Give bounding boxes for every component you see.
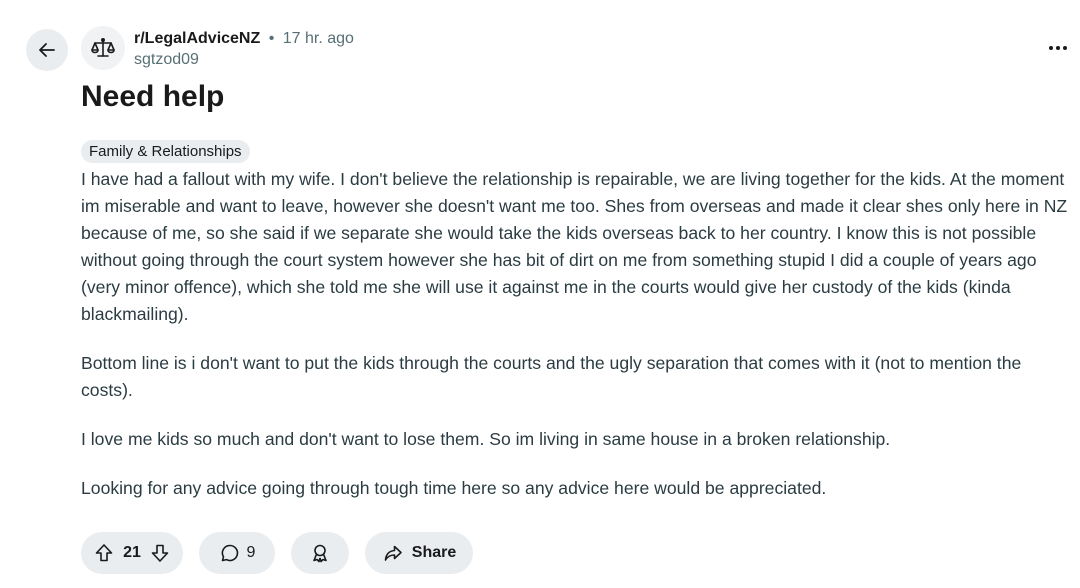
share-button[interactable]: Share <box>365 532 473 574</box>
ellipsis-icon <box>1063 46 1067 50</box>
post-meta: r/LegalAdviceNZ • 17 hr. ago <box>134 29 354 49</box>
downvote-arrow-icon[interactable] <box>149 542 171 564</box>
vote-count: 21 <box>123 544 141 561</box>
upvote-arrow-icon[interactable] <box>93 542 115 564</box>
post-flair[interactable]: Family & Relationships <box>81 140 250 163</box>
arrow-left-icon <box>37 40 57 60</box>
post-time: 17 hr. ago <box>282 30 354 47</box>
ellipsis-icon <box>1056 46 1060 50</box>
share-label: Share <box>411 544 457 561</box>
post-page: r/LegalAdviceNZ • 17 hr. ago sgtzod09 Ne… <box>0 0 1080 588</box>
post-author[interactable]: sgtzod09 <box>134 50 199 70</box>
comment-bubble-icon <box>219 542 241 564</box>
post-paragraph: I have had a fallout with my wife. I don… <box>81 169 1068 324</box>
post-actions-bar: 21 9 Share <box>81 532 473 574</box>
comments-button[interactable]: 9 <box>199 532 275 574</box>
award-icon <box>309 542 331 564</box>
subreddit-avatar[interactable] <box>81 26 125 70</box>
meta-separator: • <box>268 30 275 47</box>
post-body: I have had a fallout with my wife. I don… <box>81 166 1071 524</box>
back-button[interactable] <box>26 29 68 71</box>
comment-count: 9 <box>246 544 256 561</box>
post-paragraph: Looking for any advice going through tou… <box>81 478 827 498</box>
ellipsis-icon <box>1049 46 1053 50</box>
post-paragraph: Bottom line is i don't want to put the k… <box>81 353 1022 400</box>
scales-of-justice-icon <box>89 34 117 62</box>
post-paragraph: I love me kids so much and don't want to… <box>81 429 891 449</box>
subreddit-name[interactable]: r/LegalAdviceNZ <box>134 30 260 47</box>
award-button[interactable] <box>291 532 349 574</box>
post-title: Need help <box>81 80 225 113</box>
more-options-button[interactable] <box>1040 38 1076 58</box>
vote-control: 21 <box>81 532 183 574</box>
share-arrow-icon <box>382 542 404 564</box>
